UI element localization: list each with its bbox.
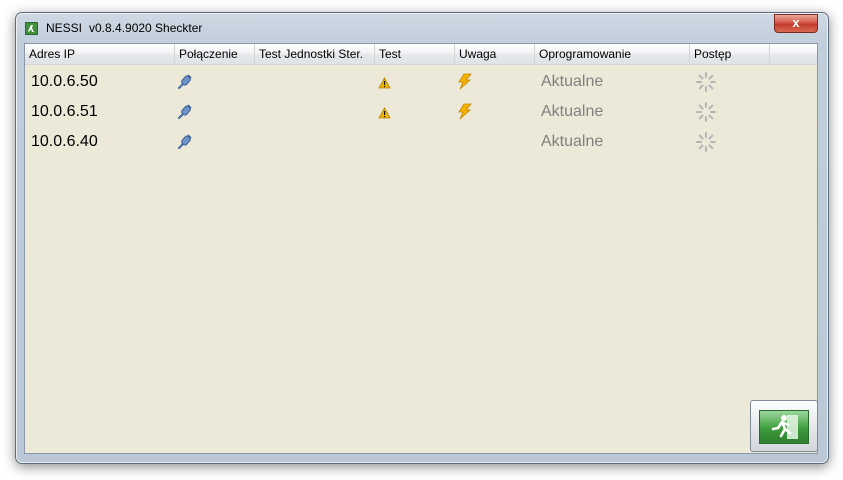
plug-icon <box>176 73 194 96</box>
plug-icon <box>176 133 194 156</box>
spinner-icon <box>695 101 717 128</box>
lightning-icon <box>457 103 473 125</box>
cell-ip: 10.0.6.50 <box>31 73 98 90</box>
spinner-icon <box>695 131 717 158</box>
column-header-test[interactable]: Test <box>375 44 455 64</box>
column-header-connection[interactable]: Połączenie <box>175 44 255 64</box>
column-header-unit-test[interactable]: Test Jednostki Ster. <box>255 44 375 64</box>
title-bar[interactable]: NESSI v0.8.4.9020 Sheckter x <box>16 13 828 43</box>
exit-button[interactable] <box>750 400 818 452</box>
grid-header: Adres IP Połączenie Test Jednostki Ster.… <box>25 44 817 65</box>
cell-ip: 10.0.6.40 <box>31 133 98 150</box>
app-icon <box>25 22 38 35</box>
close-icon: x <box>792 15 800 30</box>
column-header-software[interactable]: Oprogramowanie <box>535 44 690 64</box>
column-header-progress[interactable]: Postęp <box>690 44 770 64</box>
exit-running-man-icon <box>759 410 809 444</box>
app-version: v0.8.4.9020 Sheckter <box>89 21 203 35</box>
column-header-filler <box>770 44 817 64</box>
warning-icon <box>378 106 391 124</box>
plug-icon <box>176 103 194 126</box>
column-header-ip[interactable]: Adres IP <box>25 44 175 64</box>
cell-ip: 10.0.6.51 <box>31 103 98 120</box>
warning-icon <box>378 76 391 94</box>
table-row[interactable]: 10.0.6.51 Aktualne <box>25 97 817 127</box>
cell-software-status: Aktualne <box>541 103 604 120</box>
app-name: NESSI <box>46 21 83 35</box>
table-row[interactable]: 10.0.6.40 Aktualne <box>25 127 817 157</box>
cell-software-status: Aktualne <box>541 133 604 150</box>
close-button[interactable]: x <box>774 14 818 33</box>
column-header-warning[interactable]: Uwaga <box>455 44 535 64</box>
table-row[interactable]: 10.0.6.50 Aktualne <box>25 67 817 97</box>
client-area: Adres IP Połączenie Test Jednostki Ster.… <box>24 43 818 454</box>
app-window: NESSI v0.8.4.9020 Sheckter x Adres IP Po… <box>15 12 829 464</box>
spinner-icon <box>695 71 717 98</box>
device-grid: Adres IP Połączenie Test Jednostki Ster.… <box>25 44 817 397</box>
cell-software-status: Aktualne <box>541 73 604 90</box>
footer-panel <box>25 396 817 453</box>
lightning-icon <box>457 73 473 95</box>
